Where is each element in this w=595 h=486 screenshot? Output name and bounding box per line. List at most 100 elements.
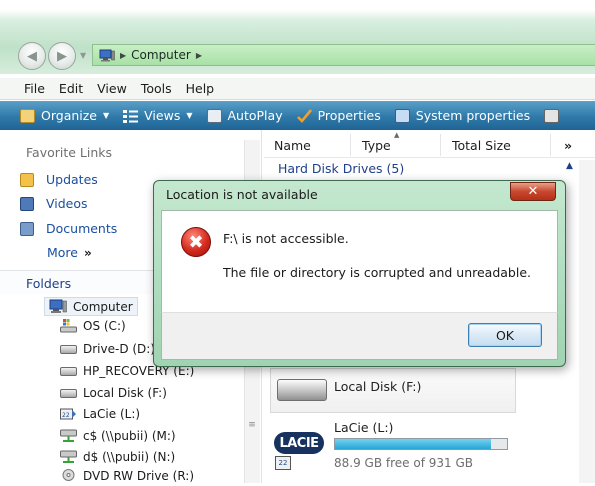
- drive-usage-fill: [335, 439, 491, 449]
- drive-free-space-text: 88.9 GB free of 931 GB: [334, 456, 473, 470]
- videos-icon: [20, 196, 34, 211]
- recent-pages-chevron-icon[interactable]: ▼: [80, 51, 86, 60]
- hard-drive-icon: [60, 366, 77, 376]
- dialog-close-button[interactable]: ✕: [510, 182, 556, 201]
- back-arrow-icon: ◀: [27, 48, 37, 64]
- column-header-row: Name Type ▲ Total Size »: [264, 131, 595, 158]
- command-bar: Organize ▼ Views ▼ AutoPlay Properties S…: [0, 101, 595, 130]
- drive-tile-name: Local Disk (F:): [334, 379, 422, 394]
- breadcrumb-computer[interactable]: Computer: [131, 48, 191, 62]
- menu-edit[interactable]: Edit: [59, 81, 83, 96]
- hard-drive-icon: [60, 388, 77, 398]
- autoplay-button[interactable]: AutoPlay: [206, 108, 283, 123]
- computer-icon: [99, 49, 115, 62]
- favorite-link-updates[interactable]: Updates: [20, 172, 98, 187]
- tree-item-label: d$ (\\pubii) (N:): [83, 450, 176, 464]
- error-detail: The file or directory is corrupted and u…: [223, 265, 531, 280]
- column-divider[interactable]: [440, 134, 441, 156]
- breadcrumb-separator-icon[interactable]: ▶: [120, 51, 126, 60]
- menu-file[interactable]: File: [24, 81, 45, 96]
- lacie-drive-badge-icon: 22: [275, 456, 291, 470]
- favorite-links-header: Favorite Links: [26, 145, 113, 160]
- windows-drive-icon: [60, 319, 77, 333]
- column-header-type[interactable]: Type: [362, 138, 391, 153]
- views-label: Views: [144, 108, 181, 123]
- system-properties-icon: [394, 108, 410, 123]
- favorite-link-label: Documents: [46, 221, 118, 236]
- folders-header[interactable]: Folders: [26, 276, 71, 291]
- organize-icon: [20, 108, 35, 123]
- drive-tile-name: LaCie (L:): [334, 420, 394, 435]
- favorite-link-label: Videos: [46, 196, 88, 211]
- hard-drive-icon: [277, 379, 327, 401]
- uninstall-icon: [544, 108, 560, 123]
- tree-item-label: LaCie (L:): [83, 407, 141, 421]
- address-bar[interactable]: ▶ Computer ▶: [92, 44, 595, 66]
- tree-item-os-c[interactable]: OS (C:): [60, 319, 126, 333]
- tree-item-computer[interactable]: Computer: [44, 297, 138, 316]
- drive-tile-lacie-l[interactable]: LACIE 22 LaCie (L:) 88.9 GB free of 931 …: [270, 416, 570, 483]
- menu-bar: File Edit View Tools Help: [0, 78, 595, 100]
- organize-button[interactable]: Organize ▼: [20, 108, 109, 123]
- tree-item-label: OS (C:): [83, 319, 126, 333]
- menu-tools[interactable]: Tools: [141, 81, 172, 96]
- close-icon: ✕: [527, 184, 539, 199]
- column-header-name[interactable]: Name: [274, 138, 311, 153]
- tree-item-label: Local Disk (F:): [83, 386, 167, 400]
- lacie-logo: LACIE: [274, 432, 324, 454]
- forward-arrow-icon: ▶: [57, 48, 67, 64]
- properties-button[interactable]: Properties: [296, 108, 381, 123]
- autoplay-label: AutoPlay: [227, 108, 283, 123]
- back-button[interactable]: ◀: [18, 42, 46, 70]
- more-label: More: [47, 245, 78, 260]
- favorite-link-videos[interactable]: Videos: [20, 196, 88, 211]
- column-divider[interactable]: [350, 134, 351, 156]
- network-drive-icon: [60, 429, 77, 443]
- menu-help[interactable]: Help: [186, 81, 215, 96]
- dialog-title: Location is not available: [166, 187, 318, 202]
- favorite-link-label: Updates: [46, 172, 98, 187]
- forward-button[interactable]: ▶: [48, 42, 76, 70]
- content-scrollbar[interactable]: [579, 160, 595, 483]
- sort-ascending-icon: ▲: [394, 131, 400, 139]
- error-icon: ✖: [181, 227, 211, 257]
- tree-item-drive-d[interactable]: Drive-D (D:): [60, 342, 155, 356]
- menu-view[interactable]: View: [97, 81, 127, 96]
- dialog-footer: OK: [161, 312, 558, 360]
- views-icon: [123, 109, 139, 123]
- column-header-total-size[interactable]: Total Size: [452, 138, 511, 153]
- group-header-hard-disk-drives[interactable]: Hard Disk Drives (5): [278, 161, 404, 176]
- autoplay-icon: [206, 108, 222, 123]
- network-drive-icon: [60, 450, 77, 464]
- tree-item-local-disk-f[interactable]: Local Disk (F:): [60, 386, 167, 400]
- uninstall-button[interactable]: [544, 108, 565, 123]
- tree-item-label: Drive-D (D:): [83, 342, 156, 356]
- column-divider[interactable]: [550, 134, 551, 156]
- tree-item-network-m[interactable]: c$ (\\pubii) (M:): [60, 429, 176, 443]
- tree-item-lacie-l[interactable]: 22 LaCie (L:): [60, 407, 140, 421]
- tree-item-dvd-r[interactable]: DVD RW Drive (R:): [60, 469, 194, 483]
- tree-item-network-n[interactable]: d$ (\\pubii) (N:): [60, 450, 175, 464]
- lacie-drive-icon: 22: [60, 407, 77, 421]
- views-button[interactable]: Views ▼: [123, 108, 193, 123]
- folder-icon: [20, 172, 34, 187]
- tree-item-label: Computer: [73, 299, 133, 314]
- tree-item-label: c$ (\\pubii) (M:): [83, 429, 176, 443]
- breadcrumb-separator-icon[interactable]: ▶: [196, 51, 202, 60]
- error-dialog: Location is not available ✕ ✖ F:\ is not…: [153, 180, 566, 367]
- tree-item-label: DVD RW Drive (R:): [83, 469, 195, 483]
- ok-button[interactable]: OK: [468, 323, 542, 347]
- favorite-link-documents[interactable]: Documents: [20, 221, 117, 236]
- system-properties-label: System properties: [415, 108, 531, 123]
- system-properties-button[interactable]: System properties: [394, 108, 531, 123]
- more-favorites-link[interactable]: More »: [47, 245, 92, 260]
- double-chevron-right-icon: »: [84, 245, 92, 260]
- scroll-grip-icon[interactable]: ≡: [246, 420, 258, 434]
- more-columns-chevron-icon[interactable]: »: [564, 138, 572, 153]
- drive-tile-local-disk-f[interactable]: Local Disk (F:): [270, 368, 516, 413]
- drive-usage-bar: [334, 438, 508, 450]
- checkmark-icon: [296, 108, 312, 123]
- computer-icon: [49, 299, 67, 314]
- collapse-group-chevron-icon[interactable]: ▲: [566, 161, 573, 171]
- error-message: F:\ is not accessible.: [223, 231, 349, 246]
